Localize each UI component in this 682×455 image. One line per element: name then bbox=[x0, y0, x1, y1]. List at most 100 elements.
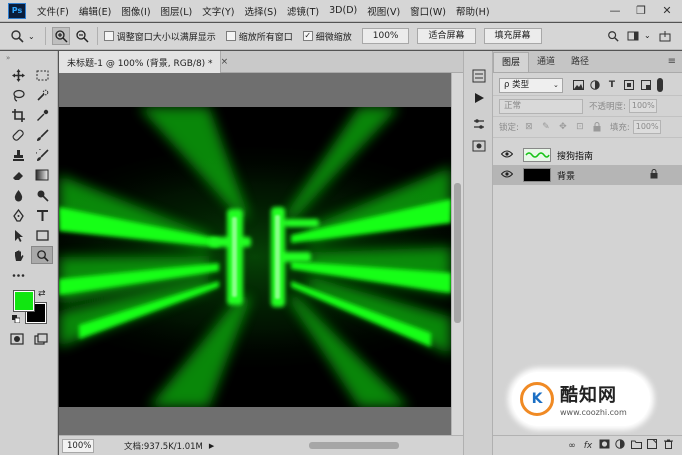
foreground-color-swatch[interactable] bbox=[13, 290, 35, 312]
lock-all-icon[interactable] bbox=[590, 120, 604, 134]
lasso-tool-icon[interactable] bbox=[7, 86, 29, 104]
preset-dropdown-chevron-icon[interactable]: ⌄ bbox=[28, 32, 35, 41]
eyedropper-tool-icon[interactable] bbox=[31, 106, 53, 124]
history-brush-tool-icon[interactable] bbox=[31, 146, 53, 164]
scrubby-zoom-checkbox[interactable]: ✓ bbox=[302, 31, 313, 41]
zoom-tool-icon[interactable] bbox=[31, 246, 53, 264]
crop-tool-icon[interactable] bbox=[7, 106, 29, 124]
menu-help[interactable]: 帮助(H) bbox=[451, 4, 495, 18]
zoom-tool-preset-icon[interactable] bbox=[8, 27, 26, 45]
opacity-field[interactable]: 100% bbox=[628, 99, 657, 113]
restore-button[interactable]: ❐ bbox=[630, 3, 652, 19]
close-document-icon[interactable]: × bbox=[221, 57, 229, 67]
blur-tool-icon[interactable] bbox=[7, 186, 29, 204]
status-menu-arrow-icon[interactable]: ▶ bbox=[209, 442, 214, 450]
rectangle-tool-icon[interactable] bbox=[31, 226, 53, 244]
brush-tool-icon[interactable] bbox=[31, 126, 53, 144]
document-tab[interactable]: 未标题-1 @ 100% (背景, RGB/8) * × bbox=[59, 51, 228, 73]
libraries-panel-icon[interactable] bbox=[470, 137, 488, 155]
fx-icon[interactable]: fx bbox=[580, 441, 596, 451]
zoom-out-icon[interactable] bbox=[73, 27, 91, 45]
fit-screen-button[interactable]: 适合屏幕 bbox=[417, 28, 476, 44]
zoom-100-button[interactable]: 100% bbox=[361, 28, 410, 44]
canvas-workspace[interactable] bbox=[59, 73, 451, 435]
path-selection-tool-icon[interactable] bbox=[7, 226, 29, 244]
group-icon[interactable] bbox=[628, 440, 644, 452]
fill-screen-button[interactable]: 填充屏幕 bbox=[483, 28, 542, 44]
layer-row[interactable]: 搜狗指南 bbox=[493, 145, 682, 165]
filter-pixel-icon[interactable] bbox=[571, 78, 585, 92]
trash-icon[interactable] bbox=[660, 439, 676, 452]
quick-selection-tool-icon[interactable] bbox=[31, 86, 53, 104]
menu-image[interactable]: 图像(I) bbox=[116, 4, 155, 18]
gradient-tool-icon[interactable] bbox=[31, 166, 53, 184]
zoom-in-icon[interactable] bbox=[51, 27, 70, 45]
dodge-tool-icon[interactable] bbox=[31, 186, 53, 204]
menu-3d[interactable]: 3D(D) bbox=[324, 5, 362, 16]
vertical-scrollbar[interactable] bbox=[451, 73, 463, 435]
eraser-tool-icon[interactable] bbox=[7, 166, 29, 184]
vertical-scroll-thumb[interactable] bbox=[454, 183, 461, 323]
filter-shape-icon[interactable] bbox=[622, 78, 636, 92]
clone-stamp-tool-icon[interactable] bbox=[7, 146, 29, 164]
marquee-tool-icon[interactable] bbox=[31, 66, 53, 84]
close-window-button[interactable]: ✕ bbox=[656, 3, 678, 19]
type-tool-icon[interactable] bbox=[31, 206, 53, 224]
move-tool-icon[interactable] bbox=[7, 66, 29, 84]
toolbar-collapse-icon[interactable]: » bbox=[0, 51, 57, 65]
mask-icon[interactable] bbox=[596, 439, 612, 452]
hand-tool-icon[interactable] bbox=[7, 246, 29, 264]
tab-layers[interactable]: 图层 bbox=[493, 52, 530, 72]
tab-paths[interactable]: 路径 bbox=[563, 52, 597, 72]
menu-type[interactable]: 文字(Y) bbox=[197, 4, 239, 18]
fill-field[interactable]: 100% bbox=[632, 120, 661, 134]
lock-artboard-icon[interactable]: ⊡ bbox=[573, 120, 587, 134]
history-panel-icon[interactable] bbox=[470, 67, 488, 85]
horizontal-scroll-thumb[interactable] bbox=[309, 442, 399, 449]
more-tools-icon[interactable] bbox=[7, 266, 29, 284]
blend-mode-select[interactable]: 正常 bbox=[499, 98, 583, 114]
resize-windows-checkbox[interactable] bbox=[103, 31, 114, 41]
panel-menu-icon[interactable]: ≡ bbox=[668, 56, 676, 67]
adjustment-icon[interactable] bbox=[612, 439, 628, 452]
menu-file[interactable]: 文件(F) bbox=[32, 4, 74, 18]
actions-play-icon[interactable] bbox=[470, 89, 488, 107]
horizontal-scrollbar[interactable] bbox=[254, 440, 454, 450]
filter-chevron-icon[interactable]: ⌄ bbox=[553, 81, 563, 89]
lock-image-icon[interactable]: ✎ bbox=[539, 120, 553, 134]
quick-mask-icon[interactable] bbox=[10, 333, 24, 348]
document-size-info[interactable]: 文档:937.5K/1.01M bbox=[124, 440, 203, 452]
lock-transparent-icon[interactable]: ⊠ bbox=[522, 120, 536, 134]
zoom-all-windows-checkbox[interactable] bbox=[225, 31, 236, 41]
minimize-button[interactable]: — bbox=[604, 3, 626, 19]
filter-type-icon[interactable]: T bbox=[605, 78, 619, 92]
properties-panel-icon[interactable] bbox=[470, 115, 488, 133]
filter-adjustment-icon[interactable] bbox=[588, 78, 602, 92]
document-canvas[interactable] bbox=[59, 107, 451, 407]
workspace-switcher-icon[interactable] bbox=[624, 27, 642, 45]
filter-smart-object-icon[interactable] bbox=[639, 78, 653, 92]
menu-view[interactable]: 视图(V) bbox=[362, 4, 405, 18]
link-icon[interactable]: ∞ bbox=[564, 441, 580, 451]
share-icon[interactable] bbox=[656, 27, 674, 45]
layer-row[interactable]: 背景 bbox=[493, 165, 682, 185]
zoom-level-field[interactable]: 100% bbox=[62, 438, 94, 453]
swap-colors-icon[interactable]: ⇄ bbox=[38, 289, 46, 299]
layer-name[interactable]: 背景 bbox=[557, 169, 575, 182]
filter-toggle-switch[interactable] bbox=[657, 78, 663, 92]
search-icon[interactable] bbox=[604, 27, 622, 45]
menu-layer[interactable]: 图层(L) bbox=[156, 4, 198, 18]
menu-select[interactable]: 选择(S) bbox=[239, 4, 281, 18]
visibility-eye-icon[interactable] bbox=[499, 170, 515, 181]
default-colors-icon[interactable] bbox=[12, 315, 21, 324]
menu-edit[interactable]: 编辑(E) bbox=[74, 4, 116, 18]
workspace-chevron-icon[interactable]: ⌄ bbox=[644, 31, 651, 40]
pen-tool-icon[interactable] bbox=[7, 206, 29, 224]
menu-window[interactable]: 窗口(W) bbox=[405, 4, 451, 18]
tab-channels[interactable]: 通道 bbox=[529, 52, 563, 72]
layer-name[interactable]: 搜狗指南 bbox=[557, 149, 593, 162]
new-layer-icon[interactable] bbox=[644, 439, 660, 452]
healing-brush-tool-icon[interactable] bbox=[7, 126, 29, 144]
screen-mode-icon[interactable] bbox=[34, 333, 48, 348]
visibility-eye-icon[interactable] bbox=[499, 150, 515, 161]
